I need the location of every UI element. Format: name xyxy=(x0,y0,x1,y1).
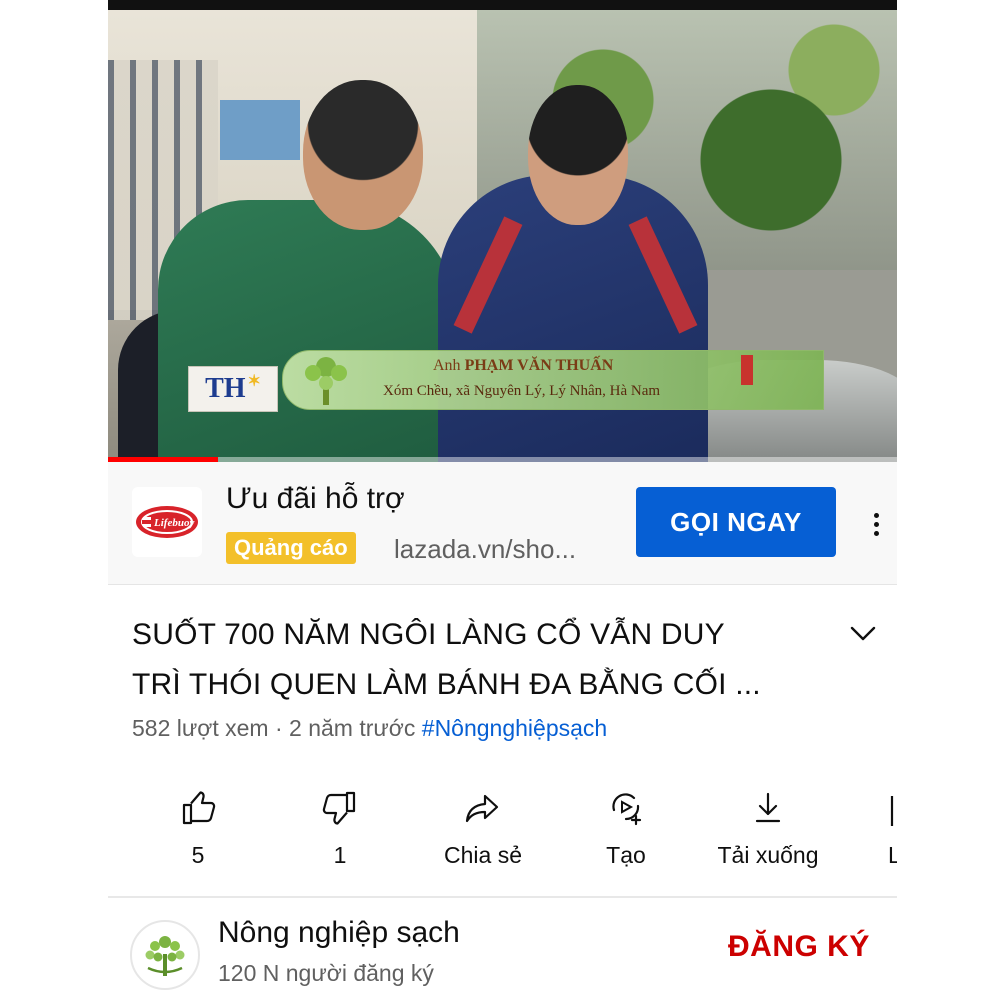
ad-title[interactable]: Ưu đãi hỗ trợ xyxy=(226,482,405,516)
video-lower-third: TH ✶ Anh PHẠM VĂN THUẤN Xóm Chều, xã Nguy… xyxy=(188,350,828,412)
ad-badge: Quảng cáo xyxy=(226,532,356,564)
download-button[interactable]: Tải xuống xyxy=(698,782,838,882)
remix-icon xyxy=(612,793,642,826)
tree-logo-icon xyxy=(305,357,347,405)
chevron-down-icon[interactable] xyxy=(846,616,880,650)
share-label: Chia sẻ xyxy=(444,842,522,868)
remix-button[interactable]: Tạo xyxy=(556,782,696,882)
hashtag-link[interactable]: #Nôngnghiệpsạch xyxy=(422,715,607,741)
video-title-line-2: TRÌ THÓI QUEN LÀM BÁNH ĐA BẰNG CỐI ... xyxy=(132,668,761,701)
download-icon xyxy=(755,792,781,823)
view-count: 582 lượt xem xyxy=(132,715,269,741)
dislike-button[interactable]: 1 xyxy=(270,782,410,882)
call-now-button[interactable]: GỌI NGAY xyxy=(636,487,836,557)
tree-avatar-icon xyxy=(145,936,185,976)
channel-name[interactable]: Nông nghiệp sạch xyxy=(218,916,460,950)
svg-text:Lifebuoy: Lifebuoy xyxy=(153,517,194,529)
th-logo: TH ✶ xyxy=(188,366,278,412)
share-icon xyxy=(465,794,499,823)
video-player[interactable]: TH ✶ Anh PHẠM VĂN THUẤN Xóm Chều, xã Nguy… xyxy=(108,0,897,462)
share-button[interactable]: Chia sẻ xyxy=(413,782,553,882)
video-title[interactable]: SUỐT 700 NĂM NGÔI LÀNG CỔ VẪN DUY TRÌ TH… xyxy=(132,610,822,710)
channel-avatar[interactable] xyxy=(130,920,200,990)
person-place: Xóm Chều, xã Nguyên Lý, Lý Nhân, Hà Nam xyxy=(383,383,661,399)
ad-url[interactable]: lazada.vn/sho... xyxy=(394,534,576,565)
download-label: Tải xuống xyxy=(717,842,819,868)
like-count: 5 xyxy=(191,842,205,868)
lifebuoy-logo: Lifebuoy xyxy=(132,487,202,557)
save-button[interactable]: L xyxy=(828,782,897,882)
channel-row[interactable]: Nông nghiệp sạch 120 N người đăng ký ĐĂN… xyxy=(108,898,897,1005)
upload-age: 2 năm trước xyxy=(289,715,416,741)
remix-label: Tạo xyxy=(606,842,646,868)
person-name: PHẠM VĂN THUẤN xyxy=(464,357,614,374)
action-bar: 5 1 Chia sẻ Tạo Tải xuống L xyxy=(108,782,897,882)
subscriber-count: 120 N người đăng ký xyxy=(218,960,434,986)
subscribe-button[interactable]: ĐĂNG KÝ xyxy=(728,930,870,964)
phone-screen: TH ✶ Anh PHẠM VĂN THUẤN Xóm Chều, xã Nguy… xyxy=(108,0,897,1005)
more-vert-icon[interactable] xyxy=(864,504,888,544)
name-prefix: Anh xyxy=(433,357,461,374)
save-label: L xyxy=(888,842,897,868)
thumbs-down-icon xyxy=(322,791,356,825)
ad-banner[interactable]: Lifebuoy Ưu đãi hỗ trợ Quảng cáo lazada.… xyxy=(108,462,897,585)
save-icon xyxy=(890,796,894,826)
video-title-line-1: SUỐT 700 NĂM NGÔI LÀNG CỔ VẪN DUY xyxy=(132,618,725,651)
lifebuoy-logo-icon: Lifebuoy xyxy=(136,506,198,538)
thumbs-up-icon xyxy=(182,791,216,825)
video-meta: 582 lượt xem · 2 năm trước #Nôngnghiệpsạ… xyxy=(132,715,608,741)
flag-icon xyxy=(741,355,753,385)
status-strip xyxy=(108,0,897,10)
dislike-count: 1 xyxy=(333,842,347,868)
lower-third-band: Anh PHẠM VĂN THUẤN Xóm Chều, xã Nguyên L… xyxy=(282,350,824,410)
like-button[interactable]: 5 xyxy=(128,782,268,882)
